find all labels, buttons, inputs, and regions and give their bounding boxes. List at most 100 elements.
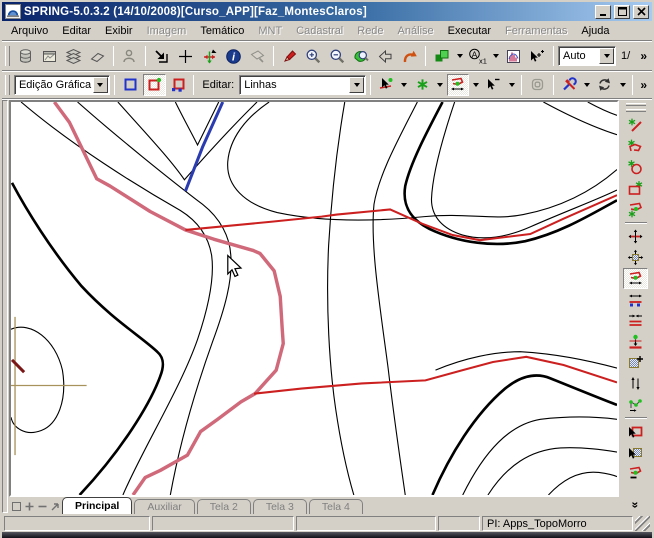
snap-point-icon[interactable]: [623, 331, 648, 352]
extend-line-icon[interactable]: [623, 289, 648, 310]
refresh-icon[interactable]: [594, 74, 617, 96]
menu-exibir[interactable]: Exibir: [98, 23, 140, 39]
toolbar-overflow-chevron[interactable]: »: [637, 78, 650, 92]
status-panel-2: [152, 516, 294, 531]
move-point-icon[interactable]: [623, 226, 648, 247]
corner-arrow-icon[interactable]: [150, 45, 173, 67]
tab-tela2[interactable]: Tela 2: [197, 499, 251, 514]
edit-target-combo-arrow[interactable]: [349, 77, 364, 93]
svg-text:x1: x1: [479, 56, 487, 65]
edit-line-icon[interactable]: [447, 74, 470, 96]
pointer-plus-icon[interactable]: [526, 45, 549, 67]
layers-icon[interactable]: [62, 45, 85, 67]
previous-icon[interactable]: [374, 45, 397, 67]
edit-sidebar: »: [619, 99, 652, 514]
recompose-dropdown[interactable]: [454, 45, 465, 67]
cursor-minus-dropdown[interactable]: [506, 74, 517, 96]
database-icon[interactable]: [14, 45, 37, 67]
undo-icon[interactable]: [398, 45, 421, 67]
map-canvas[interactable]: [9, 100, 619, 497]
edit-vertices-icon[interactable]: [623, 394, 648, 415]
edit-mode-combo-arrow[interactable]: [93, 77, 108, 93]
minimize-button[interactable]: [595, 5, 611, 19]
tab-auxiliar[interactable]: Auxiliar: [134, 499, 194, 514]
tools-dropdown[interactable]: [582, 74, 593, 96]
create-rectangle-icon[interactable]: [623, 178, 648, 199]
index-contour-line: [432, 376, 617, 495]
tab-tela3[interactable]: Tela 3: [253, 499, 307, 514]
view-add-button[interactable]: [23, 500, 36, 513]
asterisk-icon[interactable]: [411, 74, 434, 96]
create-circle-icon[interactable]: [623, 157, 648, 178]
sidebar-overflow-chevron[interactable]: »: [629, 502, 643, 509]
svg-text:A: A: [472, 49, 478, 59]
select-area-icon[interactable]: [623, 442, 648, 463]
person-icon[interactable]: [118, 45, 141, 67]
refresh-dropdown[interactable]: [617, 74, 628, 96]
blue-rect-icon[interactable]: [119, 74, 142, 96]
histogram-icon[interactable]: [502, 45, 525, 67]
sidebar-grip[interactable]: [626, 103, 646, 106]
select-polygon-icon[interactable]: [623, 421, 648, 442]
contour-line: [463, 417, 617, 495]
recompose-icon[interactable]: [430, 45, 453, 67]
menu-bar: Arquivo Editar Exibir Imagem Temático MN…: [2, 21, 652, 42]
selected-line[interactable]: [54, 102, 283, 495]
sidebar-grip[interactable]: [626, 109, 646, 112]
contour-line: [373, 102, 417, 495]
edit-shape-icon[interactable]: [623, 199, 648, 220]
zoom-in-icon[interactable]: [302, 45, 325, 67]
menu-arquivo[interactable]: Arquivo: [4, 23, 55, 39]
toolbar-separator: [632, 75, 633, 95]
view-restore-button[interactable]: [10, 500, 23, 513]
resize-grip[interactable]: [635, 516, 650, 531]
cursor-line-icon[interactable]: [375, 74, 398, 96]
menu-executar[interactable]: Executar: [441, 23, 498, 39]
edit-line-dropdown[interactable]: [470, 74, 481, 96]
edit-target-combobox[interactable]: Linhas: [239, 75, 366, 95]
contour-line: [488, 448, 617, 495]
edit-line-selected-icon[interactable]: [623, 268, 648, 289]
toolbar-overflow-chevron[interactable]: »: [637, 49, 650, 63]
eraser-icon[interactable]: [86, 45, 109, 67]
tools-icon[interactable]: [558, 74, 581, 96]
view-detach-button[interactable]: [49, 500, 62, 513]
zoom-mode-combobox[interactable]: Auto: [558, 46, 616, 66]
toolbar-grip[interactable]: [5, 46, 10, 66]
scale-dropdown[interactable]: [490, 45, 501, 67]
asterisk-dropdown[interactable]: [435, 74, 446, 96]
maximize-button[interactable]: [614, 5, 630, 19]
pan-arrows-icon[interactable]: [198, 45, 221, 67]
add-area-icon[interactable]: [623, 352, 648, 373]
create-line-icon[interactable]: [623, 115, 648, 136]
red-rect-green-dot-icon[interactable]: [143, 74, 166, 96]
plus-cursor-icon[interactable]: [174, 45, 197, 67]
zoom-selection-icon[interactable]: [350, 45, 373, 67]
move-area-icon[interactable]: [623, 247, 648, 268]
menu-editar[interactable]: Editar: [55, 23, 98, 39]
toolbar-grip[interactable]: [5, 75, 10, 95]
draw-pencil-icon[interactable]: [278, 45, 301, 67]
remove-element-icon[interactable]: [623, 463, 648, 484]
scale-x1-icon[interactable]: Ax1: [466, 45, 489, 67]
info-icon[interactable]: i: [222, 45, 245, 67]
zoom-out-icon[interactable]: [326, 45, 349, 67]
toolbar-separator: [553, 75, 554, 95]
create-polyline-icon[interactable]: [623, 136, 648, 157]
cursor-line-dropdown[interactable]: [399, 74, 410, 96]
view-remove-button[interactable]: [36, 500, 49, 513]
title-bar[interactable]: SPRING-5.0.3.2 (14/10/2008)[Curso_APP][F…: [2, 2, 652, 21]
zoom-mode-combo-arrow[interactable]: [599, 48, 614, 64]
cursor-minus-icon[interactable]: [482, 74, 505, 96]
merge-lines-icon[interactable]: [623, 310, 648, 331]
menu-ajuda[interactable]: Ajuda: [574, 23, 616, 39]
edit-mode-combobox[interactable]: Edição Gráfica: [14, 75, 110, 95]
red-rect-blue-dots-icon[interactable]: [167, 74, 190, 96]
tab-principal[interactable]: Principal: [62, 497, 132, 514]
close-button[interactable]: [633, 5, 649, 19]
image-registration-icon[interactable]: [38, 45, 61, 67]
tab-tela4[interactable]: Tela 4: [309, 499, 363, 514]
flip-direction-icon[interactable]: [623, 373, 648, 394]
menu-tematico[interactable]: Temático: [193, 23, 251, 39]
toolbar-separator: [145, 46, 146, 66]
